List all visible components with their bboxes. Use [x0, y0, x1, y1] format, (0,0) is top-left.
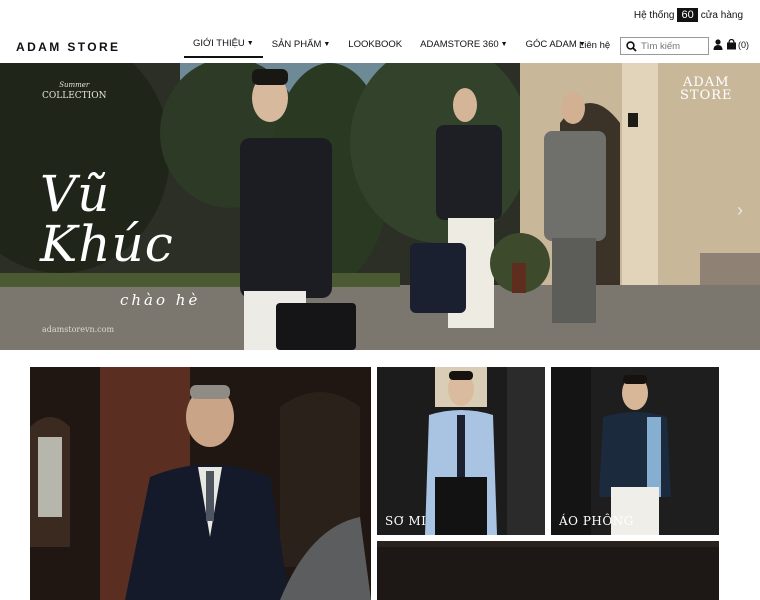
hero-brand-line2: STORE [680, 88, 733, 103]
tile-label: ÁO PHÔNG [559, 514, 634, 528]
store-count-suffix: cửa hàng [700, 9, 743, 21]
nav-item-label: LOOKBOOK [348, 38, 403, 50]
main-nav: GIỚI THIỆU ▼ SẢN PHẨM ▼ LOOKBOOK ADAMSTORE… [184, 30, 595, 60]
nav-item-gioi-thieu[interactable]: GIỚI THIỆU ▼ [184, 30, 263, 58]
hero-collection-small: Summer [59, 81, 90, 89]
category-tile-bottom[interactable] [377, 541, 719, 600]
tile-image [551, 367, 719, 535]
category-tile-so-mi[interactable]: SƠ MI [377, 367, 545, 535]
hero-banner[interactable]: Summer COLLECTION Vũ Khúc chào hè adamst… [0, 63, 760, 350]
cart-button[interactable]: (0) [726, 39, 749, 50]
cart-icon [727, 39, 736, 50]
hero-brand-mark: ADAM STORE [680, 76, 733, 102]
top-bar: Hệ thống 60 cửa hàng [0, 0, 760, 30]
tile-image [30, 367, 371, 600]
search-box[interactable] [620, 37, 709, 55]
search-input[interactable] [641, 40, 699, 52]
chevron-down-icon: ▼ [246, 39, 254, 47]
nav-item-label: GIỚI THIỆU [193, 37, 245, 49]
tile-image [377, 367, 545, 535]
tile-image [377, 541, 719, 600]
nav-item-label: ADAMSTORE 360 [420, 38, 499, 50]
hero-collection-text: COLLECTION [42, 91, 107, 101]
cart-count: (0) [738, 39, 749, 50]
main-navbar: ADAM STORE GIỚI THIỆU ▼ SẢN PHẨM ▼ LOOKBOO… [0, 30, 760, 63]
category-tile-ao-phong[interactable]: ÁO PHÔNG [551, 367, 719, 535]
nav-item-label: GÓC ADAM [525, 38, 577, 50]
hero-title-line1: Vũ [40, 165, 111, 223]
nav-item-adamstore-360[interactable]: ADAMSTORE 360 ▼ [411, 30, 516, 58]
contact-link[interactable]: Liên hệ [579, 40, 610, 51]
user-icon[interactable] [713, 39, 723, 50]
hero-script-text: chào hè [120, 291, 201, 309]
chevron-down-icon: ▼ [500, 40, 508, 48]
store-count[interactable]: Hệ thống 60 cửa hàng [634, 8, 743, 22]
nav-item-lookbook[interactable]: LOOKBOOK [339, 30, 411, 58]
chevron-down-icon: ▼ [323, 40, 331, 48]
store-count-prefix: Hệ thống [633, 9, 675, 21]
chevron-right-icon[interactable]: › [737, 200, 743, 221]
category-tile-suit[interactable] [30, 367, 371, 600]
hero-title-line2: Khúc [40, 215, 174, 273]
hero-title: Vũ Khúc [40, 169, 174, 269]
hero-collection-label: Summer COLLECTION [42, 80, 107, 102]
tile-label: SƠ MI [385, 514, 427, 528]
nav-item-label: SẢN PHẨM [271, 38, 322, 50]
nav-item-san-pham[interactable]: SẢN PHẨM ▼ [263, 30, 340, 58]
brand-logo[interactable]: ADAM STORE [16, 40, 120, 54]
search-icon[interactable] [626, 40, 637, 52]
hero-url: adamstorevn.com [42, 325, 115, 334]
store-count-badge: 60 [677, 8, 698, 22]
